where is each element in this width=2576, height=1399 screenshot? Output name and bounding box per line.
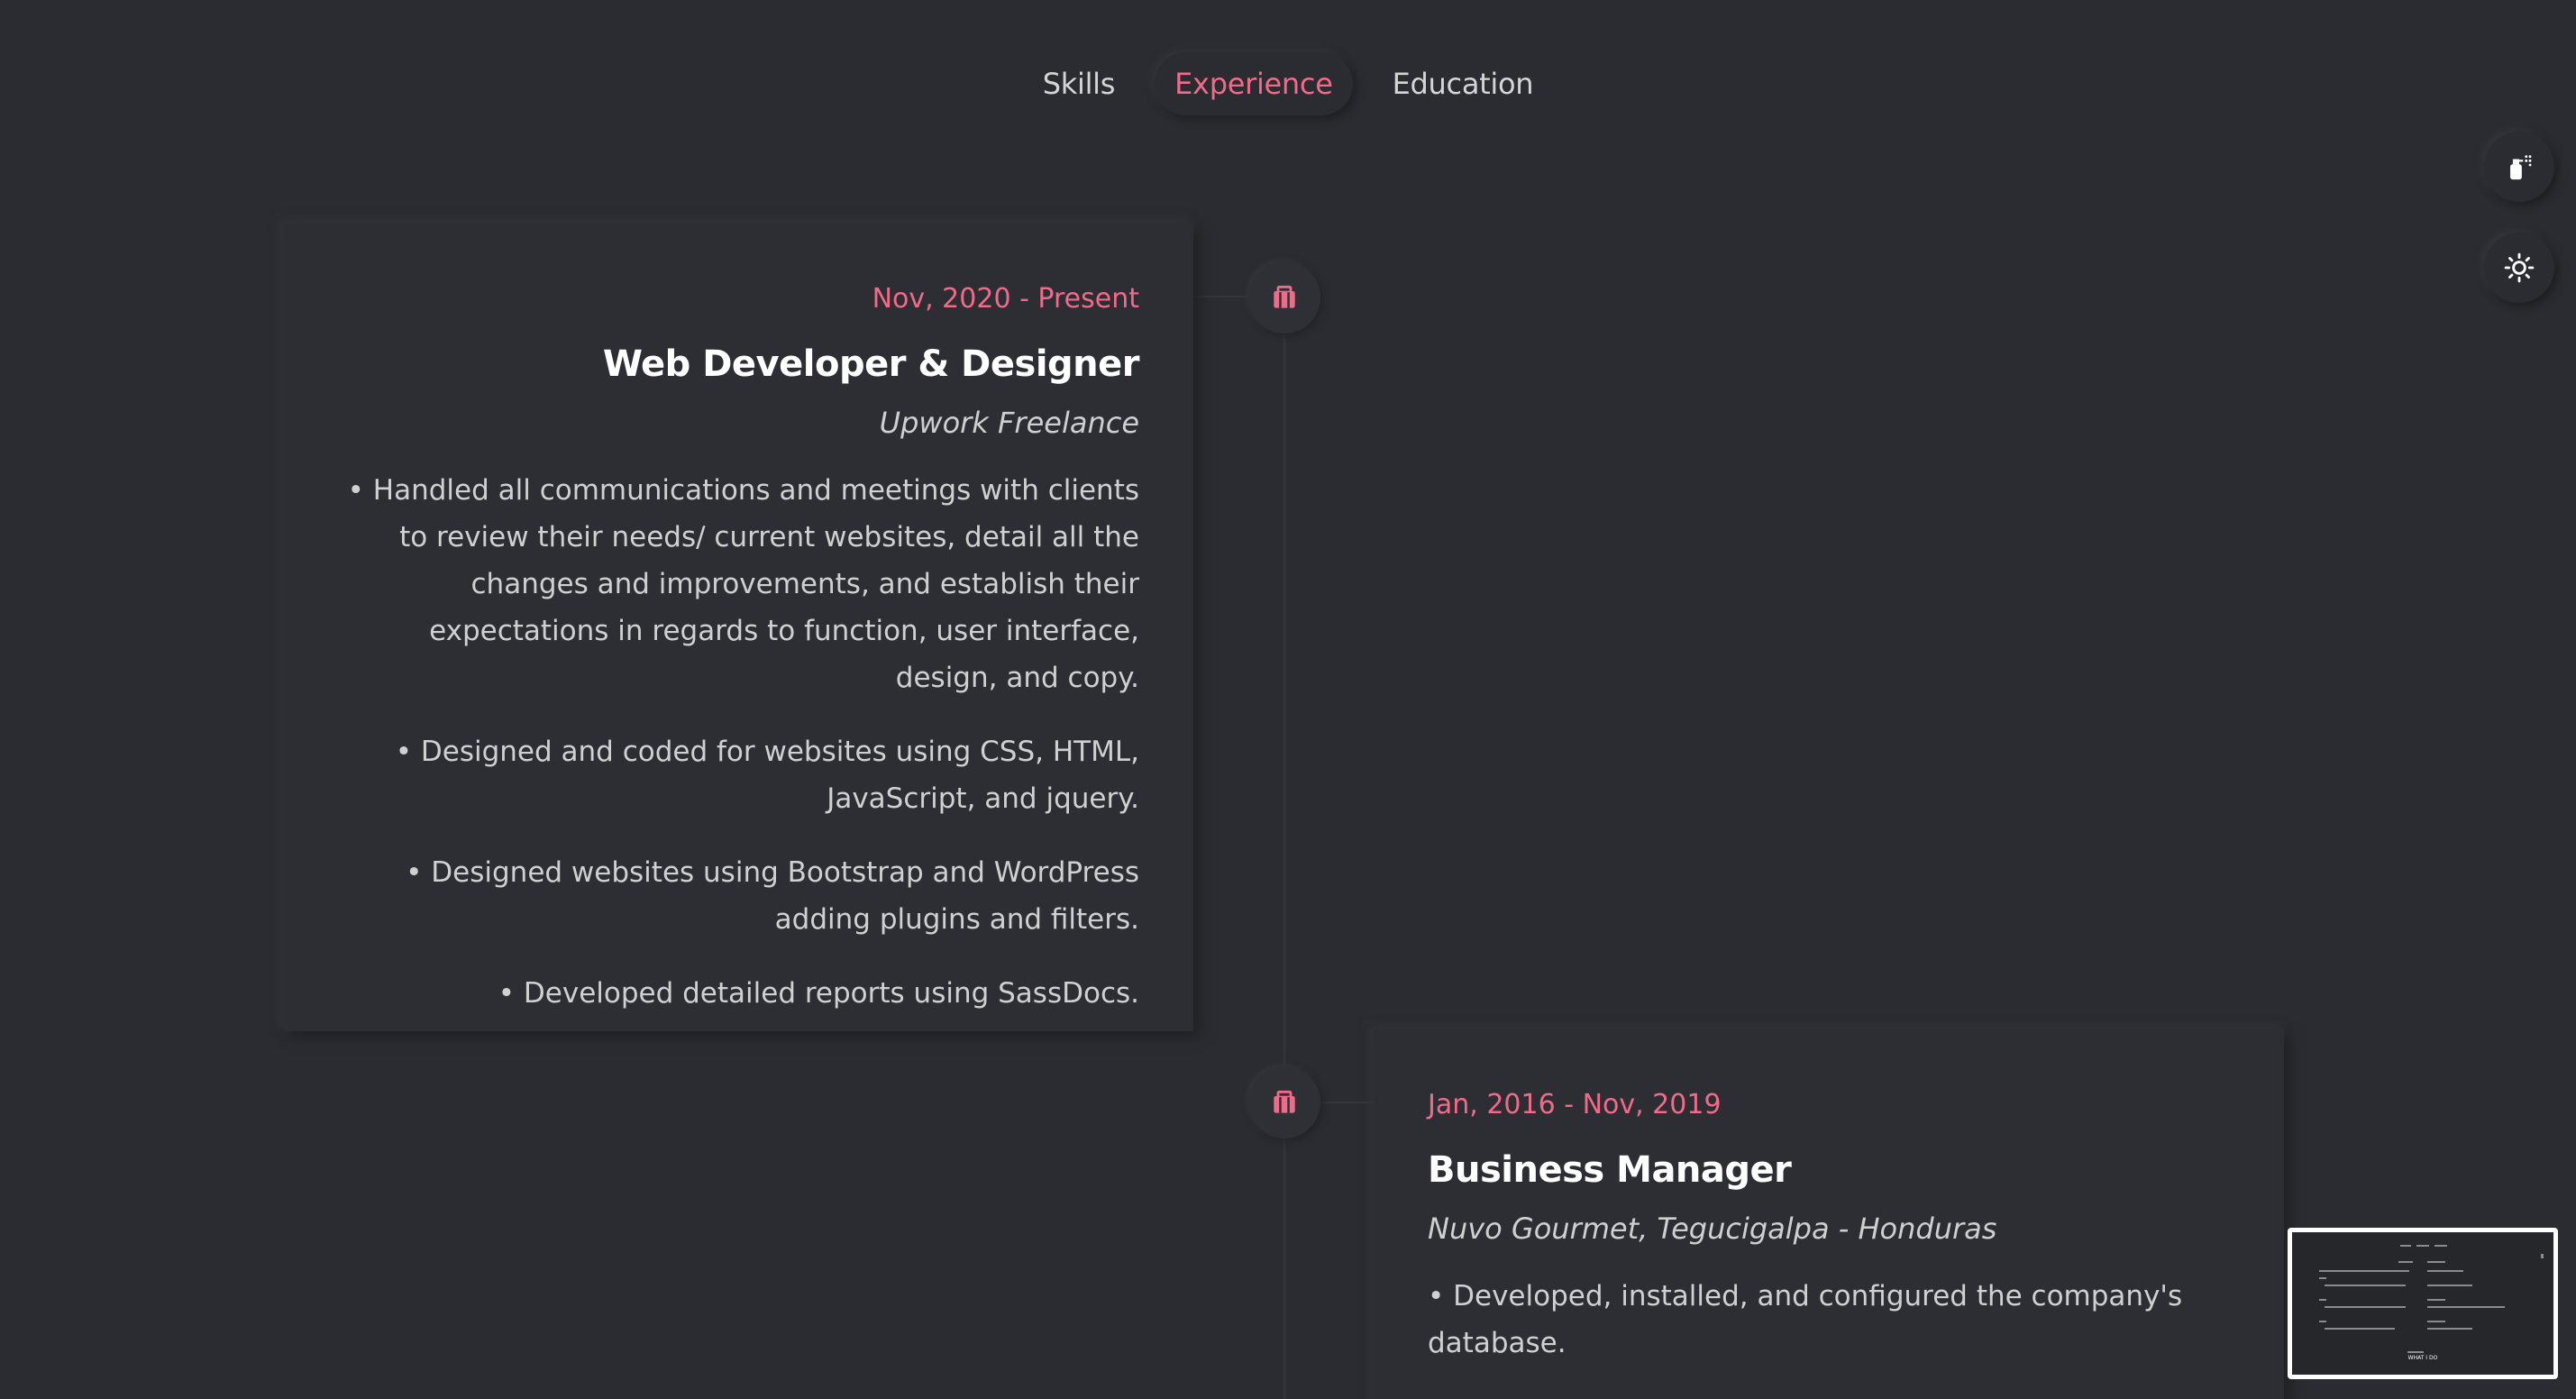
experience-bullet: • Developed detailed reports using SassD… bbox=[498, 977, 1139, 1010]
experience-card: Nov, 2020 - Present Web Developer & Desi… bbox=[283, 224, 1193, 1031]
theme-color-button[interactable] bbox=[2484, 132, 2554, 202]
experience-card: Jan, 2016 - Nov, 2019 Business Manager N… bbox=[1374, 1029, 2284, 1399]
tab-education[interactable]: Education bbox=[1373, 52, 1554, 115]
sun-icon bbox=[2504, 252, 2535, 283]
page-minimap[interactable]: WHAT I DO bbox=[2288, 1228, 2558, 1379]
experience-bullet: • Handled all communications and meeting… bbox=[347, 474, 1139, 694]
experience-role: Web Developer & Designer bbox=[602, 343, 1140, 385]
experience-company: Upwork Freelance bbox=[879, 406, 1139, 440]
timeline-node bbox=[1248, 1066, 1320, 1138]
timeline-connector bbox=[1318, 1102, 1374, 1103]
timeline-connector bbox=[1193, 296, 1249, 297]
spray-paint-icon bbox=[2510, 155, 2532, 180]
minimap-label: WHAT I DO bbox=[2407, 1355, 2438, 1361]
tab-experience[interactable]: Experience bbox=[1155, 52, 1353, 115]
briefcase-icon bbox=[1274, 285, 1295, 308]
briefcase-icon bbox=[1274, 1090, 1295, 1113]
experience-date: Jan, 2016 - Nov, 2019 bbox=[1428, 1089, 1722, 1120]
experience-date: Nov, 2020 - Present bbox=[872, 283, 1139, 315]
experience-bullet: • Developed, installed, and configured t… bbox=[1428, 1280, 2183, 1359]
timeline-line bbox=[1283, 261, 1285, 1399]
experience-role: Business Manager bbox=[1428, 1149, 1792, 1191]
experience-bullet: • Designed websites using Bootstrap and … bbox=[406, 856, 1139, 936]
experience-bullet: • Designed and coded for websites using … bbox=[395, 736, 1139, 815]
qualification-tabs: Skills Experience Education bbox=[0, 52, 2576, 115]
timeline-node bbox=[1248, 261, 1320, 334]
experience-company: Nuvo Gourmet, Tegucigalpa - Honduras bbox=[1428, 1212, 1997, 1246]
tab-skills[interactable]: Skills bbox=[1023, 52, 1135, 115]
page: Skills Experience Education Nov, 2020 - … bbox=[0, 0, 2576, 1399]
theme-toggle-button[interactable] bbox=[2484, 233, 2554, 303]
